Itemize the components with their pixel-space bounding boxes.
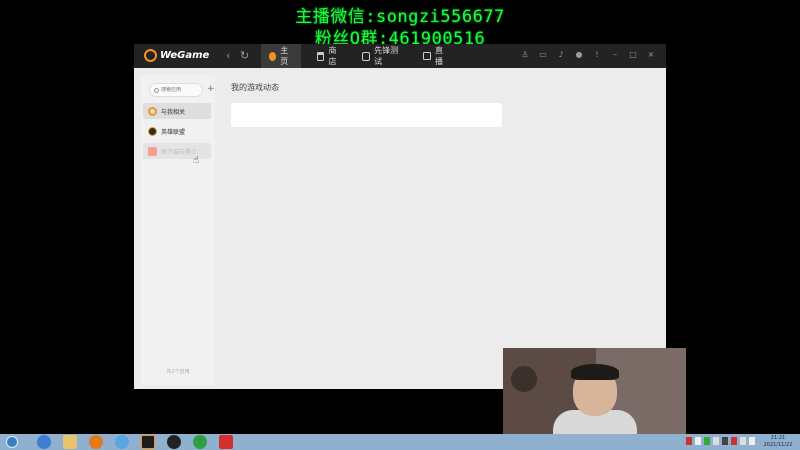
sidebar-item-lol[interactable]: 英雄联盟 bbox=[143, 123, 211, 139]
logo-text: WeGame bbox=[160, 50, 210, 61]
live-icon bbox=[423, 52, 431, 60]
sidebar-item-label: 与我相关 bbox=[161, 108, 186, 116]
tray-icon[interactable] bbox=[740, 437, 746, 445]
tray-icon[interactable] bbox=[731, 437, 737, 445]
titlebar-actions: ♙ ▭ ♪ ● ! – □ × bbox=[520, 50, 656, 59]
shirt-icon[interactable]: ♙ bbox=[520, 50, 530, 59]
browser-icon[interactable] bbox=[115, 435, 129, 449]
tray-icon[interactable] bbox=[695, 437, 701, 445]
sidebar-item-label: 英雄联盟 bbox=[161, 128, 186, 136]
sidebar-item-related[interactable]: 与我相关 bbox=[143, 103, 211, 119]
folder-icon[interactable] bbox=[63, 435, 77, 449]
close-button[interactable]: × bbox=[646, 50, 656, 59]
add-app-button[interactable]: + bbox=[207, 84, 215, 94]
maximize-button[interactable]: □ bbox=[628, 50, 638, 59]
sidebar-item-label: 地下城与勇士 bbox=[161, 148, 198, 156]
taskbar: 21:21 2021/11/22 bbox=[0, 434, 800, 450]
wegame-window: WeGame ‹ ↻ 主页 商店 先锋测试 直播 ♙ ▭ ♪ ● ! – □ × bbox=[134, 44, 666, 389]
tab-label: 主页 bbox=[280, 46, 289, 66]
back-button[interactable]: ‹ bbox=[226, 49, 230, 62]
search-icon bbox=[154, 87, 159, 93]
tab-live[interactable]: 直播 bbox=[415, 44, 455, 68]
search-input[interactable] bbox=[161, 87, 201, 93]
shop-icon bbox=[317, 51, 325, 61]
dnf-icon bbox=[148, 146, 157, 156]
tab-shop[interactable]: 商店 bbox=[309, 44, 349, 68]
media-player-icon[interactable] bbox=[89, 435, 103, 449]
refresh-button[interactable]: ↻ bbox=[240, 49, 249, 62]
sidebar-item-dnf[interactable]: 地下城与勇士 bbox=[143, 143, 211, 159]
sidebar: + 与我相关 英雄联盟 地下城与勇士 ☝ 共2个应用 bbox=[141, 75, 215, 385]
volume-icon[interactable] bbox=[749, 437, 755, 445]
tray-icon[interactable] bbox=[686, 437, 692, 445]
clock-time: 21:21 bbox=[770, 435, 786, 441]
tab-pioneer-test[interactable]: 先锋测试 bbox=[354, 44, 410, 68]
wegame-logo-icon bbox=[144, 49, 157, 62]
wegame-logo[interactable]: WeGame bbox=[144, 49, 209, 62]
pioneer-icon bbox=[362, 51, 371, 61]
obs-icon[interactable] bbox=[167, 435, 181, 449]
gift-icon[interactable]: ▭ bbox=[538, 50, 548, 59]
notification-icon[interactable]: ! bbox=[592, 50, 602, 59]
title-bar: WeGame ‹ ↻ 主页 商店 先锋测试 直播 ♙ ▭ ♪ ● ! – □ × bbox=[134, 44, 666, 68]
system-tray bbox=[686, 437, 755, 445]
wegame-icon bbox=[148, 106, 157, 116]
windows-logo-icon bbox=[6, 436, 18, 448]
tray-icon[interactable] bbox=[713, 437, 719, 445]
tab-label: 直播 bbox=[435, 46, 443, 66]
avatar[interactable]: ● bbox=[574, 50, 584, 59]
minimize-button[interactable]: – bbox=[610, 50, 620, 59]
lol-icon bbox=[148, 126, 157, 136]
tab-label: 商店 bbox=[328, 46, 337, 66]
search-box[interactable] bbox=[149, 83, 203, 97]
start-button[interactable] bbox=[2, 434, 22, 450]
bell-icon[interactable]: ♪ bbox=[556, 50, 566, 59]
wegame-taskbar-icon[interactable] bbox=[141, 435, 155, 449]
tray-icon[interactable] bbox=[722, 437, 728, 445]
chat-app-icon[interactable] bbox=[193, 435, 207, 449]
tab-home[interactable]: 主页 bbox=[261, 44, 301, 68]
clock-date: 2021/11/22 bbox=[763, 442, 793, 448]
page-title: 我的游戏动态 bbox=[231, 83, 279, 92]
mouse-cursor-icon: ☝ bbox=[193, 155, 200, 166]
webcam-lamp bbox=[511, 366, 537, 392]
system-clock[interactable]: 21:21 2021/11/22 bbox=[760, 435, 796, 449]
netease-music-icon[interactable] bbox=[219, 435, 233, 449]
ie-icon[interactable] bbox=[37, 435, 51, 449]
app-count: 共2个应用 bbox=[166, 369, 190, 375]
game-feed-card bbox=[231, 103, 502, 127]
tray-icon[interactable] bbox=[704, 437, 710, 445]
tab-label: 先锋测试 bbox=[374, 46, 399, 66]
webcam-person-hair bbox=[571, 364, 619, 380]
home-icon bbox=[269, 51, 277, 61]
